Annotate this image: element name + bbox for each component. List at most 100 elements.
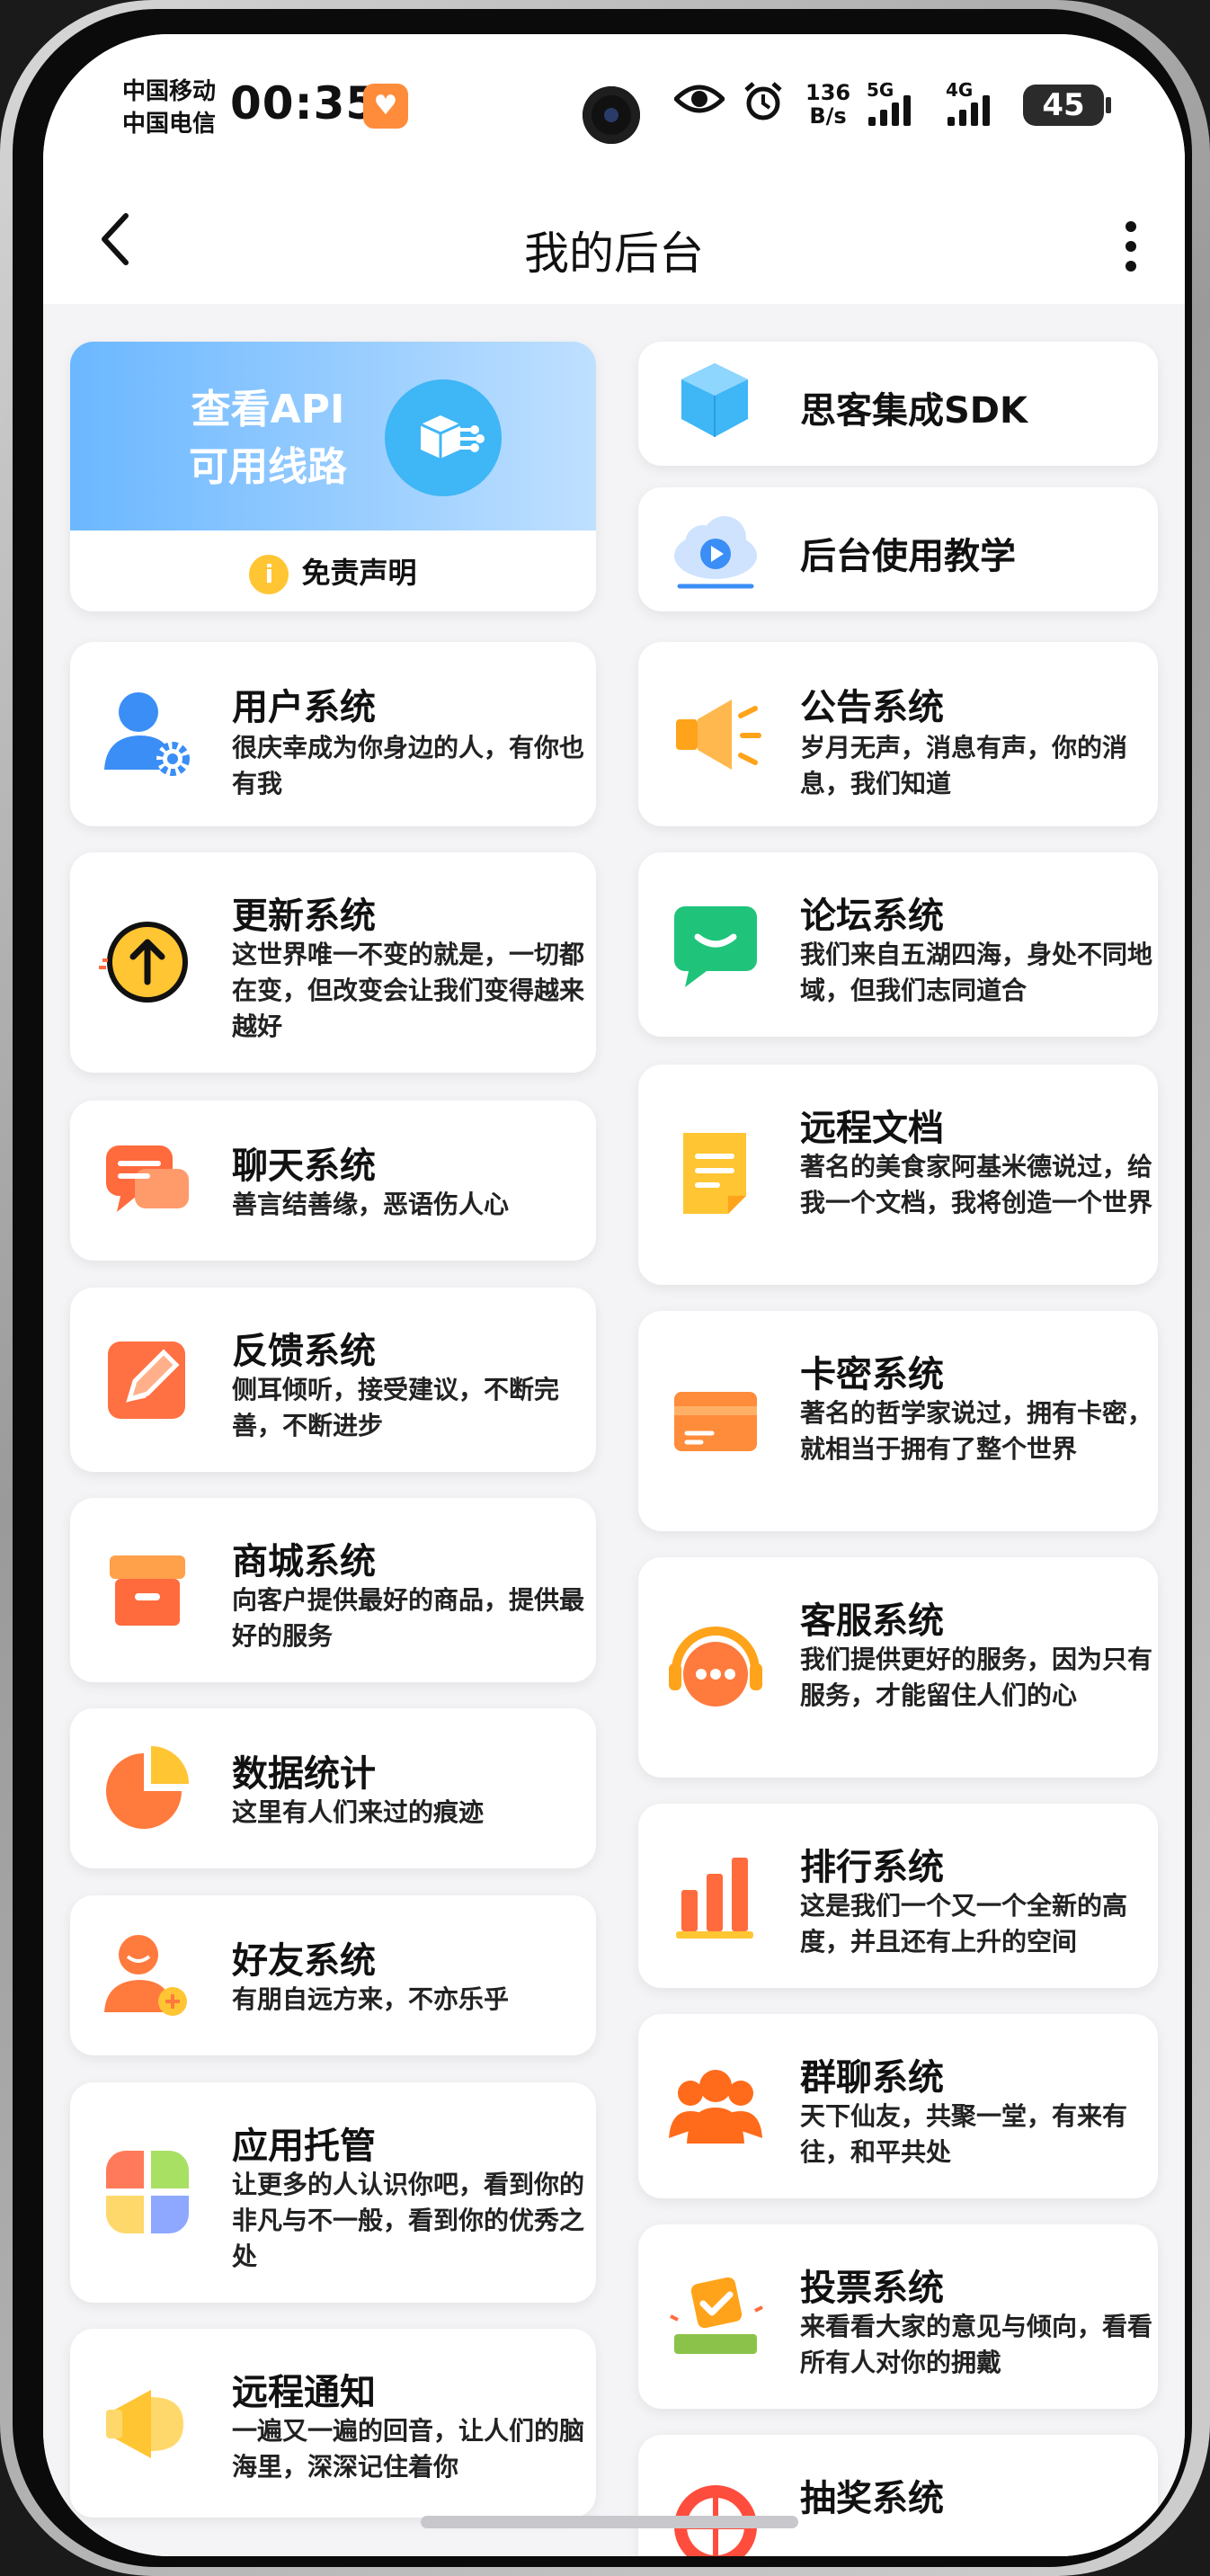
friend-system-desc: 有朋自远方来，不亦乐乎: [232, 1984, 510, 2014]
update-system-card[interactable]: 更新系统 这世界唯一不变的就是，一切都在变，但改变会让我们变得越来越好: [70, 852, 596, 1073]
friend-system-card[interactable]: 好友系统 有朋自远方来，不亦乐乎: [70, 1895, 596, 2055]
user-system-desc: 很庆幸成为你身边的人，有你也有我: [232, 733, 585, 798]
chat-system-desc: 善言结善缘，恶语伤人心: [232, 1190, 510, 1219]
network-speed: 136 B/s: [805, 81, 850, 128]
announcement-card[interactable]: 公告系统 岁月无声，消息有声，你的消息，我们知道: [638, 642, 1158, 826]
data-stats-title: 数据统计: [232, 1753, 376, 1795]
store-system-desc: 向客户提供最好的商品，提供最好的服务: [232, 1585, 585, 1651]
carrier-2: 中国电信: [122, 111, 217, 138]
store-box-icon: [110, 1555, 185, 1626]
announcement-desc: 岁月无声，消息有声，你的消息，我们知道: [800, 733, 1128, 798]
apps-grid-icon: [106, 2151, 189, 2233]
customer-service-card[interactable]: 客服系统 我们提供更好的服务，因为只有服务，才能留住人们的心: [638, 1557, 1158, 1778]
front-camera: [583, 86, 640, 144]
speed-unit: B/s: [809, 103, 847, 129]
data-stats-desc: 这里有人们来过的痕迹: [232, 1797, 485, 1827]
more-dot-icon: [1125, 241, 1136, 252]
app-hosting-card[interactable]: 应用托管 让更多的人认识你吧，看到你的非凡与不一般，看到你的优秀之处: [70, 2082, 596, 2303]
lottery-card[interactable]: 抽奖系统: [638, 2435, 1158, 2556]
carrier-1: 中国移动: [122, 78, 217, 105]
ranking-card[interactable]: 排行系统 这是我们一个又一个全新的高度，并且还有上升的空间: [638, 1804, 1158, 1988]
announcement-title: 公告系统: [800, 687, 944, 728]
update-system-desc: 这世界唯一不变的就是，一切都在变，但改变会让我们变得越来越好: [232, 940, 585, 1041]
remote-notify-card[interactable]: 远程通知 一遍又一遍的回音，让人们的脑海里，深深记住着你: [70, 2329, 596, 2518]
sdk-title: 思客集成SDK: [800, 390, 1028, 432]
feedback-system-card[interactable]: 反馈系统 侧耳倾听，接受建议，不断完善，不断进步: [70, 1288, 596, 1472]
group-chat-card[interactable]: 群聊系统 天下仙友，共聚一堂，有来有往，和平共处: [638, 2014, 1158, 2198]
bar-rank-icon: [676, 1858, 753, 1939]
more-dot-icon: [1125, 221, 1136, 232]
tutorial-title: 后台使用教学: [800, 536, 1016, 577]
pie-chart-icon: [106, 1746, 189, 1829]
sdk-card[interactable]: 思客集成SDK: [638, 342, 1158, 466]
lottery-title: 抽奖系统: [800, 2478, 944, 2519]
phone-frame: 中国移动 中国电信 00:35 ♥ 136 B/s 5G 4G 45 我的后台 …: [0, 0, 1210, 2576]
battery-indicator: 45: [1023, 85, 1111, 126]
phone-bezel: 中国移动 中国电信 00:35 ♥ 136 B/s 5G 4G 45 我的后台 …: [13, 9, 1192, 2567]
carrier-labels: 中国移动 中国电信: [122, 76, 216, 140]
home-indicator[interactable]: [421, 2516, 798, 2528]
api-network-icon: [385, 379, 502, 496]
card-key-desc: 著名的哲学家说过，拥有卡密，就相当于拥有了整个世界: [800, 1398, 1153, 1464]
api-routes-card[interactable]: 查看API 可用线路 i 免责声明: [70, 342, 596, 611]
ranking-desc: 这是我们一个又一个全新的高度，并且还有上升的空间: [800, 1891, 1128, 1957]
add-friend-icon: [104, 1935, 187, 2016]
nav-bar: 我的后台: [43, 187, 1185, 304]
cloud-play-icon: [674, 516, 757, 589]
forum-card[interactable]: 论坛系统 我们来自五湖四海，身处不同地域，但我们志同道合: [638, 852, 1158, 1037]
app-hosting-desc: 让更多的人认识你吧，看到你的非凡与不一般，看到你的优秀之处: [232, 2170, 585, 2271]
api-line2: 可用线路: [189, 444, 347, 490]
megaphone-icon: [106, 2390, 183, 2458]
signal-bars-2-icon: [948, 90, 990, 126]
chat-system-card[interactable]: 聊天系统 善言结善缘，恶语伤人心: [70, 1101, 596, 1261]
chat-bubble-icon: [106, 1145, 189, 1212]
disclaimer-row: i 免责声明: [70, 550, 596, 594]
store-system-card[interactable]: 商城系统 向客户提供最好的商品，提供最好的服务: [70, 1498, 596, 1682]
info-icon: i: [249, 555, 289, 594]
notification-app-icon: ♥: [363, 84, 408, 129]
customer-service-desc: 我们提供更好的服务，因为只有服务，才能留住人们的心: [800, 1645, 1153, 1710]
feedback-system-desc: 侧耳倾听，接受建议，不断完善，不断进步: [232, 1375, 560, 1440]
card-icon: [674, 1392, 757, 1451]
user-settings-icon: [104, 692, 190, 776]
forum-chat-icon: [674, 906, 757, 987]
signal-bars-1-icon: [868, 90, 911, 126]
headset-icon: [669, 1627, 762, 1707]
page-title: 我的后台: [524, 227, 704, 280]
lottery-wheel-icon: [674, 2485, 757, 2556]
friend-system-title: 好友系统: [232, 1940, 376, 1982]
data-stats-card[interactable]: 数据统计 这里有人们来过的痕迹: [70, 1708, 596, 1868]
group-chat-desc: 天下仙友，共聚一堂，有来有往，和平共处: [800, 2101, 1128, 2167]
feedback-system-title: 反馈系统: [232, 1331, 376, 1372]
group-icon: [669, 2070, 762, 2144]
speed-value: 136: [805, 80, 851, 105]
remote-doc-title: 远程文档: [800, 1108, 944, 1149]
card-key-card[interactable]: 卡密系统 著名的哲学家说过，拥有卡密，就相当于拥有了整个世界: [638, 1311, 1158, 1531]
announcement-icon: [676, 700, 761, 770]
chat-system-title: 聊天系统: [232, 1145, 376, 1187]
remote-notify-desc: 一遍又一遍的回音，让人们的脑海里，深深记住着你: [232, 2416, 585, 2482]
group-chat-title: 群聊系统: [800, 2057, 944, 2099]
user-system-card[interactable]: 用户系统 很庆幸成为你身边的人，有你也有我: [70, 642, 596, 826]
vote-icon: [670, 2277, 763, 2354]
customer-service-title: 客服系统: [800, 1600, 944, 1642]
more-menu-button[interactable]: [1104, 210, 1158, 282]
store-system-title: 商城系统: [232, 1541, 376, 1582]
dashboard-grid: 查看API 可用线路 i 免责声明 思客集成SDK 后台使用教学 用户系统 很庆…: [43, 304, 1185, 2556]
card-key-title: 卡密系统: [800, 1354, 944, 1395]
user-system-title: 用户系统: [232, 687, 376, 728]
disclaimer-link[interactable]: i 免责声明: [70, 530, 596, 611]
remote-notify-title: 远程通知: [232, 2372, 376, 2413]
vote-desc: 来看看大家的意见与倾向，看看所有人对你的拥戴: [800, 2312, 1153, 2377]
feedback-pen-icon: [108, 1341, 185, 1419]
api-line1: 查看API: [191, 387, 345, 432]
api-routes-banner[interactable]: 查看API 可用线路: [70, 342, 596, 530]
screen: 中国移动 中国电信 00:35 ♥ 136 B/s 5G 4G 45 我的后台 …: [43, 34, 1185, 2556]
remote-doc-card[interactable]: 远程文档 著名的美食家阿基米德说过，给我一个文档，我将创造一个世界: [638, 1065, 1158, 1285]
ranking-title: 排行系统: [800, 1847, 944, 1888]
document-icon: [683, 1133, 746, 1214]
more-dot-icon: [1125, 261, 1136, 272]
tutorial-card[interactable]: 后台使用教学: [638, 487, 1158, 611]
update-arrow-icon: [99, 922, 188, 1003]
vote-card[interactable]: 投票系统 来看看大家的意见与倾向，看看所有人对你的拥戴: [638, 2224, 1158, 2409]
